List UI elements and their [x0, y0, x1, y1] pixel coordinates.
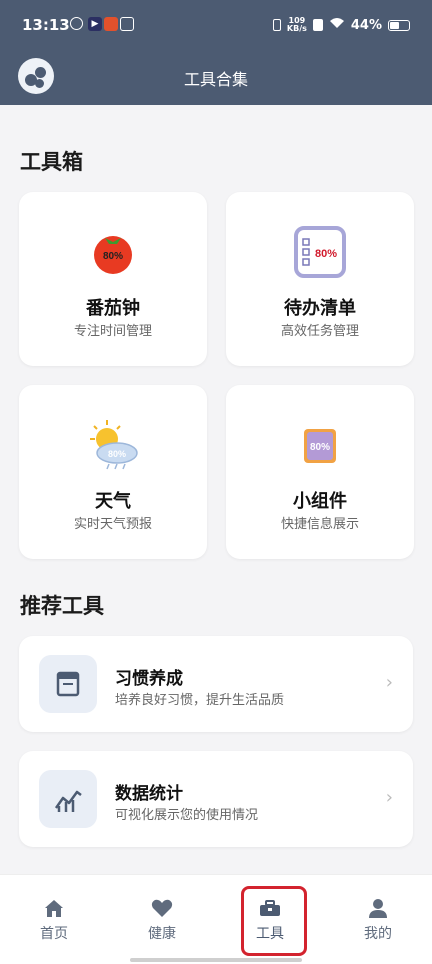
weather-icon: 80% — [85, 417, 141, 473]
svg-text:80%: 80% — [315, 248, 337, 260]
network-speed: 109 KB/s — [286, 16, 307, 33]
active-tab-highlight — [241, 886, 307, 956]
tool-card-weather[interactable]: 80% 天气 实时天气预报 — [19, 385, 207, 559]
tomato-icon: 80% — [85, 224, 141, 280]
heart-icon — [151, 899, 173, 917]
nav-label: 健康 — [148, 926, 176, 942]
tool-card-widget[interactable]: 80% 小组件 快捷信息展示 — [226, 385, 414, 559]
tool-name: 待办清单 — [284, 298, 356, 319]
recommend-name: 习惯养成 — [115, 669, 183, 689]
status-notification-icon — [70, 17, 83, 30]
nav-label: 首页 — [40, 926, 68, 942]
person-icon — [369, 899, 387, 918]
recommend-name: 数据统计 — [115, 784, 183, 804]
svg-text:80%: 80% — [310, 442, 330, 453]
checklist-icon: 80% — [292, 224, 348, 280]
tool-name: 小组件 — [293, 491, 347, 512]
tool-desc: 快捷信息展示 — [280, 517, 359, 532]
chevron-right-icon: › — [385, 672, 393, 693]
recommend-desc: 可视化展示您的使用情况 — [115, 808, 259, 823]
nav-health[interactable]: 健康 — [108, 875, 216, 955]
top-bar: 13:13 ▶ 109 KB/s 44% 工具合集 — [0, 0, 432, 105]
calendar-icon — [39, 655, 97, 713]
nav-home[interactable]: 首页 — [0, 875, 108, 955]
page-title: 工具合集 — [183, 70, 248, 89]
tool-desc: 高效任务管理 — [280, 324, 359, 339]
toolbox-title: 工具箱 — [20, 150, 83, 174]
status-gallery-icon — [120, 17, 134, 31]
widget-icon: 80% — [292, 417, 348, 473]
bottom-nav: 首页 健康 工具 我的 — [0, 874, 432, 964]
nav-profile[interactable]: 我的 — [324, 875, 432, 955]
tool-desc: 专注时间管理 — [73, 324, 152, 339]
tool-name: 番茄钟 — [86, 298, 140, 319]
home-icon — [45, 900, 63, 917]
status-play-icon: ▶ — [88, 17, 102, 31]
svg-text:80%: 80% — [103, 251, 123, 262]
nav-label: 我的 — [364, 926, 392, 942]
status-right: 109 KB/s 44% — [272, 16, 410, 33]
chart-icon — [39, 770, 97, 828]
tool-card-todo[interactable]: 80% 待办清单 高效任务管理 — [226, 192, 414, 366]
battery-icon — [388, 19, 410, 31]
recommend-item-habit[interactable]: 习惯养成 培养良好习惯，提升生活品质 › — [19, 636, 413, 732]
sim-icon — [312, 19, 323, 31]
battery-text: 44% — [350, 17, 382, 33]
vibrate-icon — [272, 19, 281, 31]
tool-desc: 实时天气预报 — [73, 517, 152, 532]
recommended-title: 推荐工具 — [20, 594, 104, 618]
home-indicator[interactable] — [130, 958, 302, 962]
status-app-icon — [104, 17, 118, 31]
chevron-right-icon: › — [385, 787, 393, 808]
tool-card-pomodoro[interactable]: 80% 番茄钟 专注时间管理 — [19, 192, 207, 366]
wifi-icon — [329, 17, 345, 33]
tool-name: 天气 — [95, 491, 131, 512]
recommend-desc: 培养良好习惯，提升生活品质 — [115, 693, 285, 708]
status-bar: 13:13 ▶ 109 KB/s 44% — [0, 0, 432, 52]
recommend-item-stats[interactable]: 数据统计 可视化展示您的使用情况 › — [19, 751, 413, 847]
status-time: 13:13 — [22, 16, 70, 34]
svg-text:80%: 80% — [108, 449, 126, 459]
